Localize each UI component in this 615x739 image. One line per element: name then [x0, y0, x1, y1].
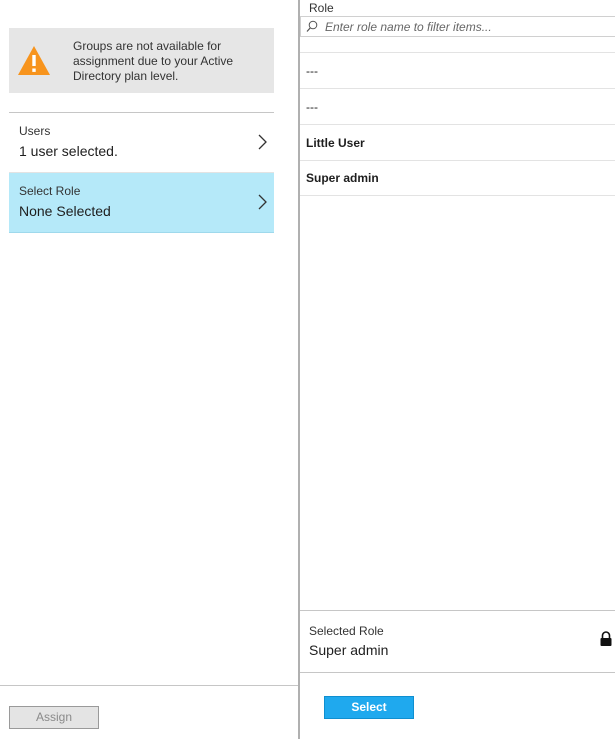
select-role-label: Select Role — [19, 184, 81, 198]
assignment-blade: Groups are not available for assignment … — [0, 0, 298, 739]
divider — [300, 610, 615, 611]
list-item[interactable]: --- — [300, 52, 615, 88]
assign-button[interactable]: Assign — [9, 706, 99, 729]
role-filter-input[interactable] — [325, 18, 605, 35]
list-item[interactable]: Super admin — [300, 160, 615, 196]
footer-divider — [0, 685, 298, 686]
chevron-right-icon — [258, 134, 267, 150]
list-item[interactable]: --- — [300, 88, 615, 124]
list-item[interactable]: Little User — [300, 124, 615, 160]
role-list: --- --- Little User Super admin — [300, 52, 615, 196]
select-role-nav-item[interactable]: Select Role None Selected — [9, 173, 274, 233]
warning-banner: Groups are not available for assignment … — [9, 28, 274, 93]
users-value: 1 user selected. — [19, 143, 118, 159]
select-button[interactable]: Select — [324, 696, 414, 719]
role-picker-blade: Role --- --- Little User Super admin Sel… — [300, 0, 615, 739]
users-label: Users — [19, 124, 51, 138]
lock-icon — [600, 631, 612, 646]
role-column-header: Role — [309, 1, 334, 15]
role-filter-box[interactable] — [300, 16, 615, 37]
warning-text: Groups are not available for assignment … — [73, 39, 234, 83]
selected-role-value: Super admin — [309, 642, 389, 658]
warning-icon — [9, 28, 59, 93]
search-icon — [306, 20, 318, 32]
chevron-right-icon — [258, 194, 267, 210]
selected-role-label: Selected Role — [309, 624, 384, 638]
select-role-value: None Selected — [19, 203, 111, 219]
footer-divider — [300, 672, 615, 673]
users-nav-item[interactable]: Users 1 user selected. — [9, 113, 274, 173]
